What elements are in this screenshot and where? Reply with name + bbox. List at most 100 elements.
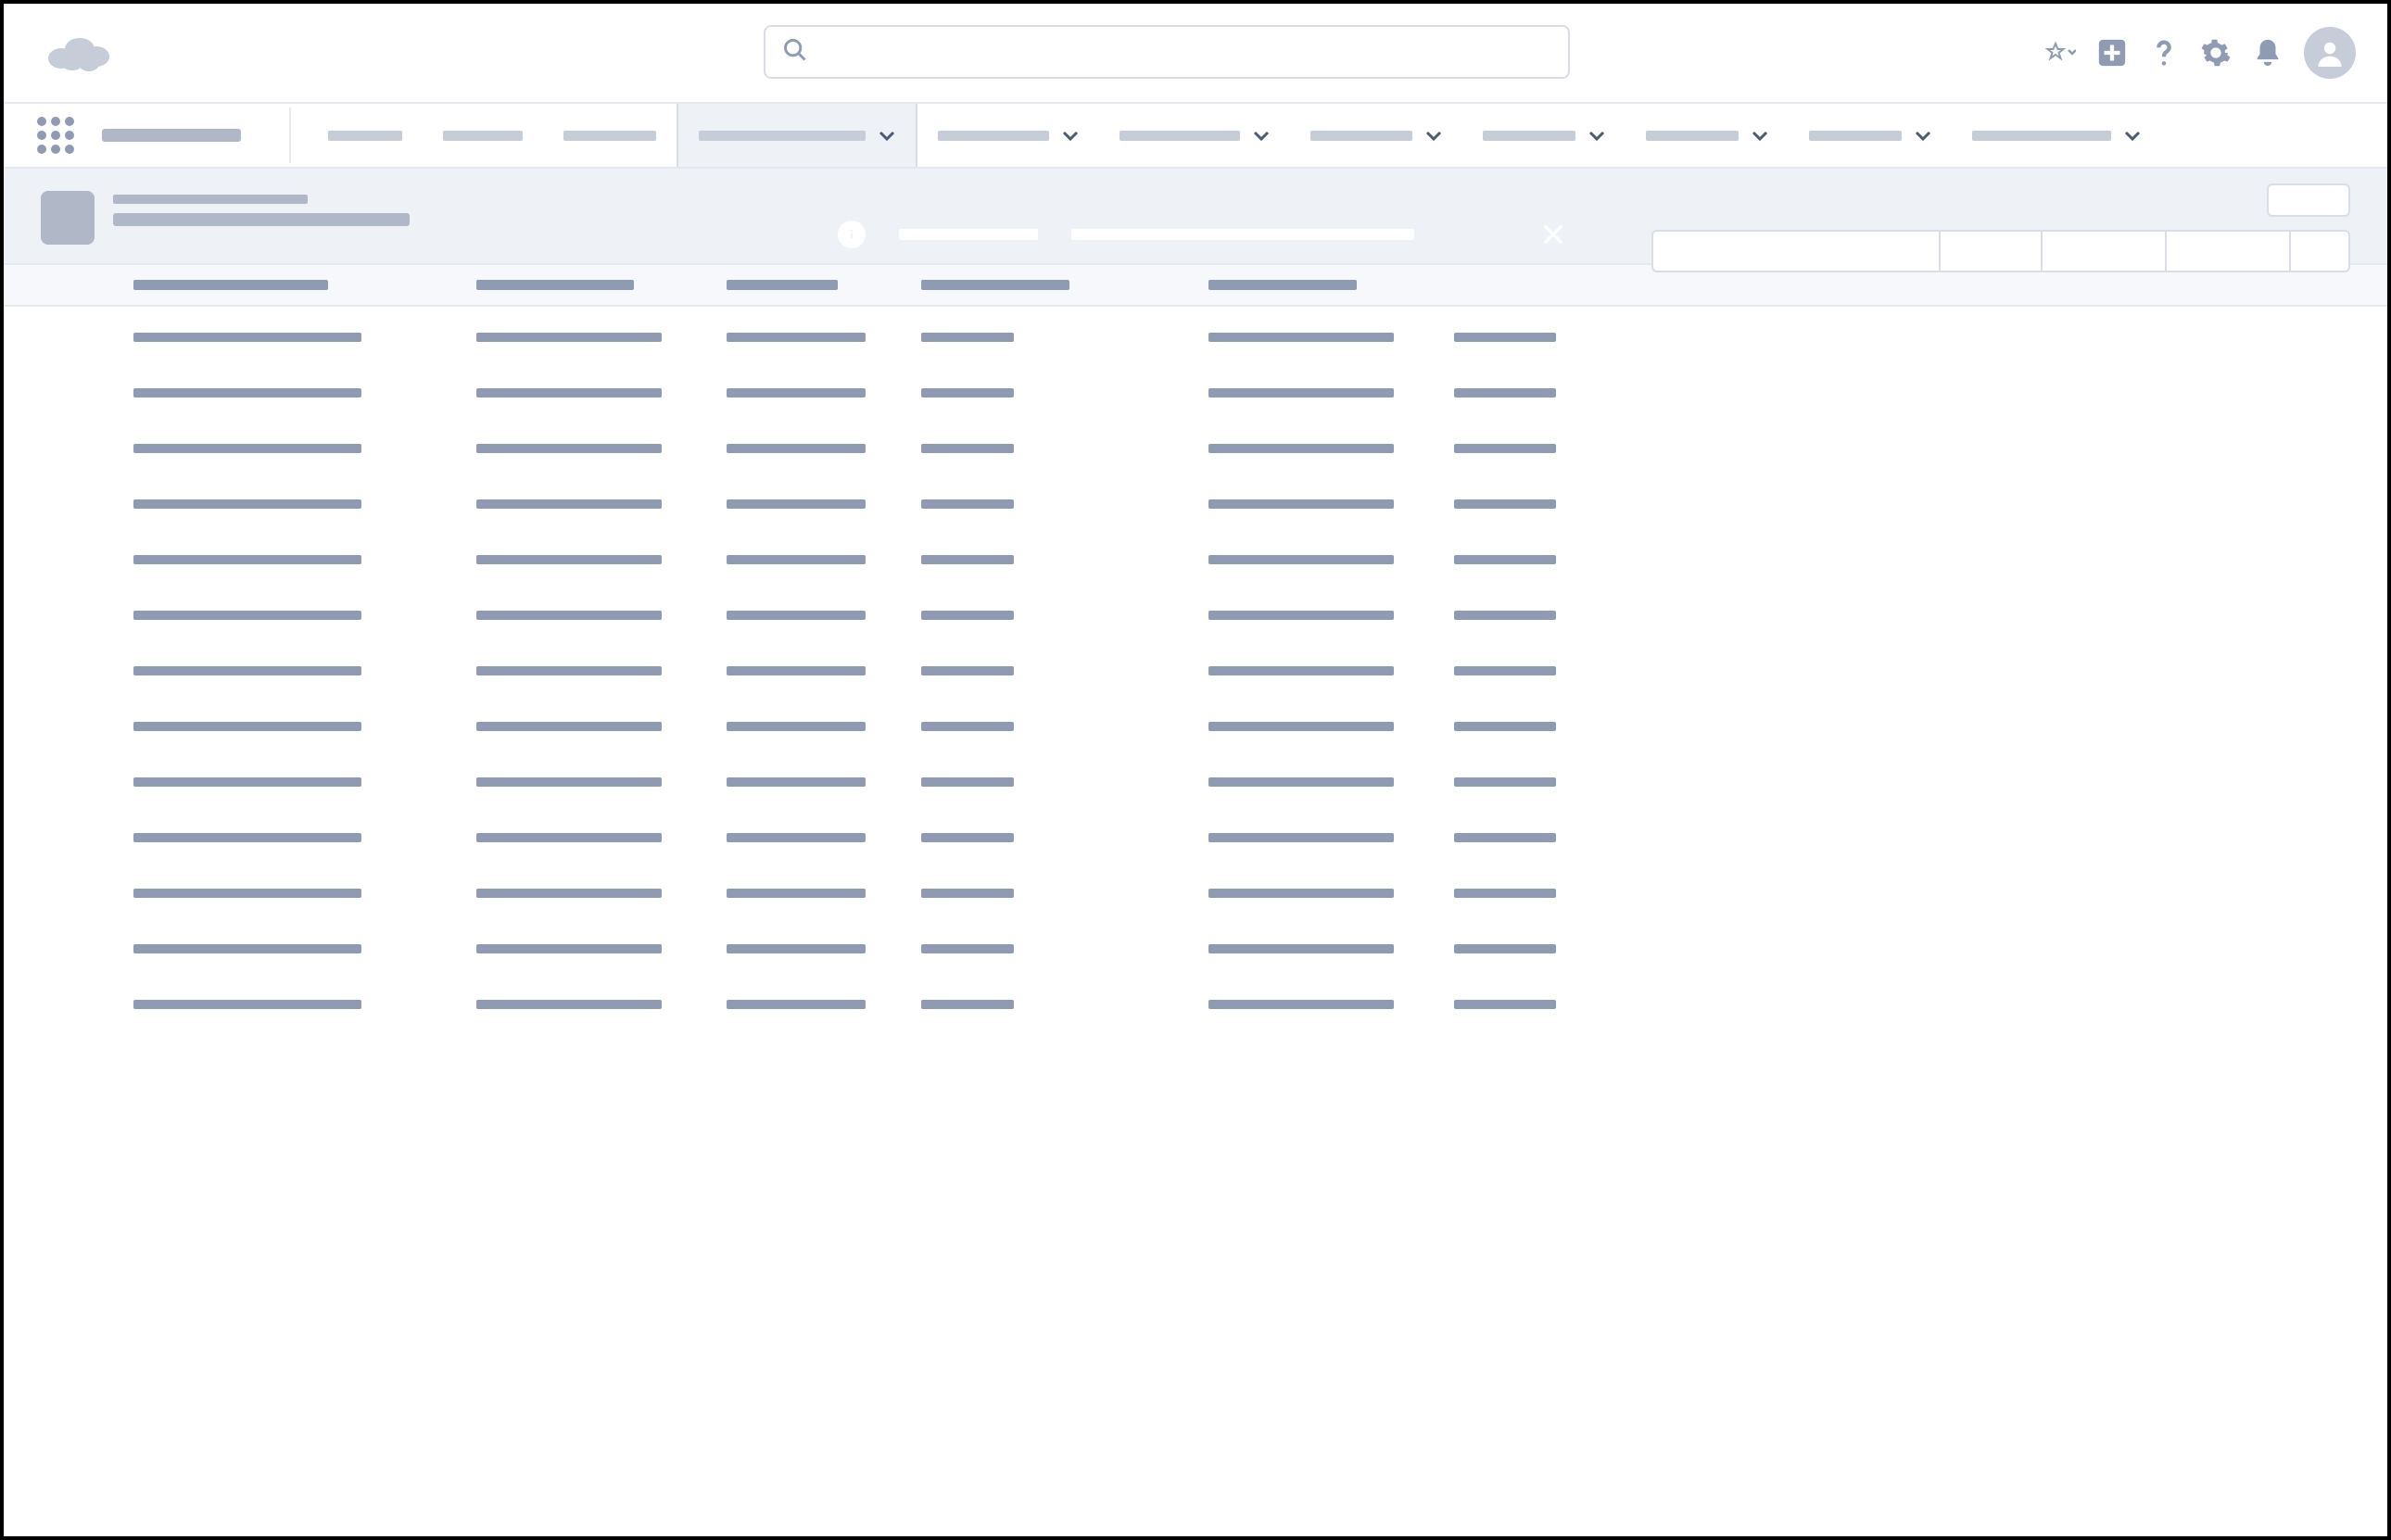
cell <box>727 444 866 453</box>
table-row[interactable] <box>133 499 2350 509</box>
chevron-down-icon[interactable] <box>2124 130 2141 141</box>
cell <box>1454 666 1556 675</box>
help-icon[interactable] <box>2148 37 2180 69</box>
header-action-4[interactable] <box>2167 232 2291 271</box>
cell <box>921 388 1014 398</box>
nav-tab-6[interactable] <box>1290 104 1462 167</box>
notifications-icon[interactable] <box>2252 37 2283 69</box>
table-row[interactable] <box>133 333 2350 342</box>
cell <box>1208 555 1394 564</box>
nav-tab-label <box>563 131 656 141</box>
cell <box>476 499 662 509</box>
header-action-3[interactable] <box>2043 232 2167 271</box>
banner-text-2 <box>1071 229 1414 240</box>
column-header-2[interactable] <box>476 280 634 290</box>
table-row[interactable] <box>133 1000 2350 1009</box>
nav-tab-label <box>1483 131 1575 141</box>
cell <box>476 777 662 787</box>
nav-divider <box>289 107 291 163</box>
nav-tab-5[interactable] <box>1099 104 1290 167</box>
nav-tab-10[interactable] <box>1952 104 2161 167</box>
header-action-1[interactable] <box>1653 232 1941 271</box>
info-icon <box>838 221 866 248</box>
chevron-down-icon[interactable] <box>1752 130 1768 141</box>
table-row[interactable] <box>133 611 2350 620</box>
column-header-3[interactable] <box>727 280 838 290</box>
cell <box>921 499 1014 509</box>
cell <box>133 333 361 342</box>
nav-tab-8[interactable] <box>1626 104 1789 167</box>
nav-tab-label <box>1646 131 1739 141</box>
table-row[interactable] <box>133 444 2350 453</box>
cell <box>1208 889 1394 898</box>
cell <box>921 833 1014 842</box>
nav-tab-label <box>938 131 1049 141</box>
chevron-down-icon[interactable] <box>1253 130 1270 141</box>
cell <box>476 833 662 842</box>
table-row[interactable] <box>133 777 2350 787</box>
cell <box>476 666 662 675</box>
table-row[interactable] <box>133 944 2350 953</box>
salesforce-logo <box>44 31 111 75</box>
app-name <box>102 129 241 142</box>
nav-tab-label <box>1972 131 2111 141</box>
cell <box>1208 777 1394 787</box>
cell <box>1454 555 1556 564</box>
cell <box>921 722 1014 731</box>
app-launcher-icon[interactable] <box>37 117 74 154</box>
global-search[interactable] <box>764 25 1570 79</box>
nav-tab-3[interactable] <box>677 104 917 167</box>
nav-tab-label <box>1120 131 1240 141</box>
nav-tab-label <box>443 131 523 141</box>
cell <box>1454 1000 1556 1009</box>
chevron-down-icon[interactable] <box>1425 130 1442 141</box>
header-action-5[interactable] <box>2291 232 2348 271</box>
page-subtitle <box>113 195 308 204</box>
banner-text-1 <box>899 229 1038 240</box>
table-row[interactable] <box>133 722 2350 731</box>
close-icon[interactable] <box>1540 221 1566 247</box>
settings-icon[interactable] <box>2200 37 2232 69</box>
column-header-1[interactable] <box>133 280 328 290</box>
cell <box>1454 889 1556 898</box>
user-avatar[interactable] <box>2304 27 2356 79</box>
table-row[interactable] <box>133 388 2350 398</box>
add-icon[interactable] <box>2096 37 2128 69</box>
favorites-icon[interactable] <box>2044 37 2076 69</box>
cell <box>921 944 1014 953</box>
object-icon <box>41 191 95 245</box>
search-input[interactable] <box>819 40 1551 64</box>
cell <box>133 944 361 953</box>
cell <box>133 833 361 842</box>
nav-tab-label <box>328 131 402 141</box>
table-row[interactable] <box>133 889 2350 898</box>
table-row[interactable] <box>133 833 2350 842</box>
cell <box>476 611 662 620</box>
nav-tab-2[interactable] <box>543 104 677 167</box>
nav-tab-9[interactable] <box>1789 104 1952 167</box>
nav-tab-1[interactable] <box>423 104 543 167</box>
table-row[interactable] <box>133 555 2350 564</box>
chevron-down-icon[interactable] <box>879 130 895 141</box>
cell <box>727 944 866 953</box>
cell <box>1454 388 1556 398</box>
nav-bar <box>4 104 2387 169</box>
chevron-down-icon[interactable] <box>1915 130 1931 141</box>
nav-tab-4[interactable] <box>917 104 1099 167</box>
global-header <box>4 4 2387 104</box>
chevron-down-icon[interactable] <box>1588 130 1605 141</box>
header-action-2[interactable] <box>1941 232 2043 271</box>
chevron-down-icon[interactable] <box>1062 130 1079 141</box>
cell <box>1208 944 1394 953</box>
cell <box>1208 444 1394 453</box>
cell <box>476 944 662 953</box>
header-action-small[interactable] <box>2267 183 2350 217</box>
cell <box>1208 722 1394 731</box>
nav-tab-7[interactable] <box>1462 104 1626 167</box>
table-row[interactable] <box>133 666 2350 675</box>
column-header-4[interactable] <box>921 280 1069 290</box>
column-header-5[interactable] <box>1208 280 1357 290</box>
cell <box>1454 444 1556 453</box>
cell <box>1208 1000 1394 1009</box>
nav-tab-0[interactable] <box>308 104 423 167</box>
